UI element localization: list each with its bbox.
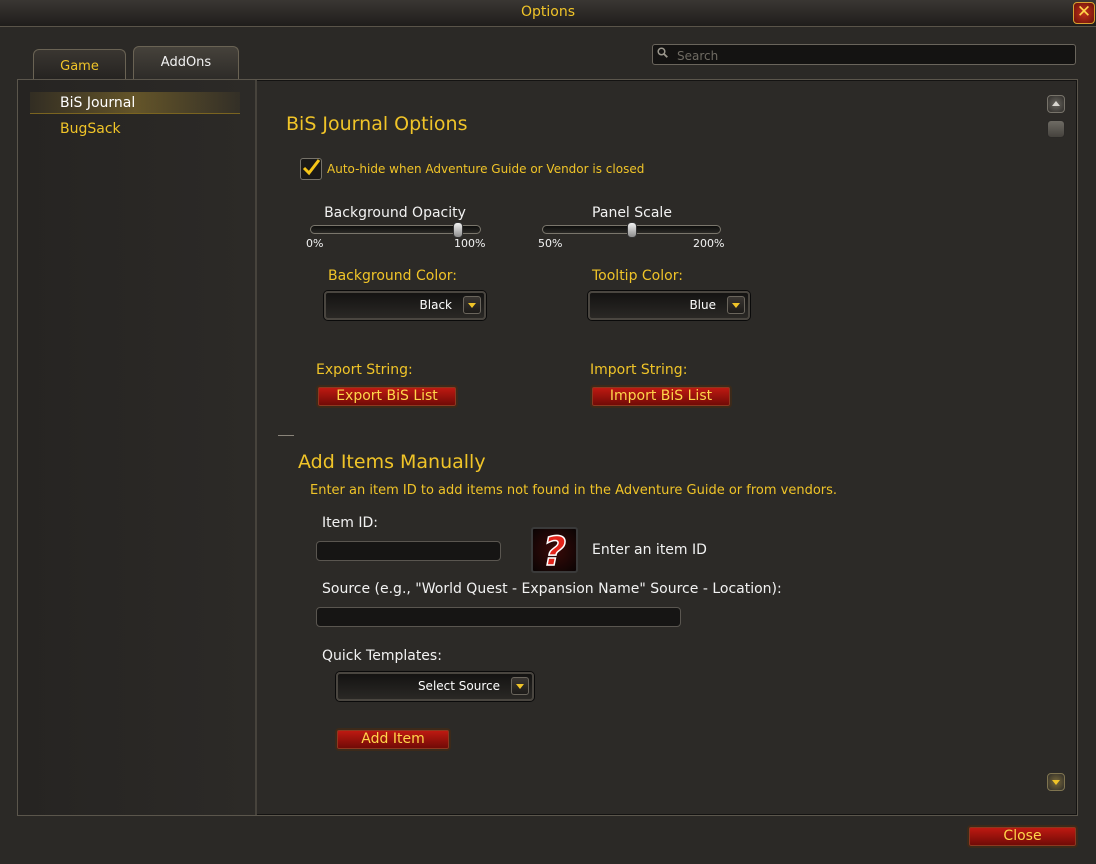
quick-templates-dropdown[interactable]: Select Source — [336, 672, 534, 701]
checkmark-icon — [302, 159, 321, 176]
quick-templates-value: Select Source — [417, 679, 500, 693]
import-bis-list-button[interactable]: Import BiS List — [590, 385, 732, 408]
scroll-thumb[interactable] — [1047, 120, 1065, 138]
tooltip-color-value: Blue — [689, 298, 716, 312]
sidebar-item-bugsack[interactable]: BugSack — [30, 118, 240, 140]
add-items-title: Add Items Manually — [298, 451, 486, 473]
item-id-label: Item ID: — [322, 515, 378, 531]
import-label: Import String: — [590, 362, 688, 378]
panel-title: BiS Journal Options — [286, 113, 468, 135]
chevron-down-icon[interactable] — [727, 296, 745, 314]
tooltip-color-dropdown[interactable]: Blue — [588, 291, 750, 320]
panel-scale-max-label: 200% — [693, 237, 725, 250]
add-item-button[interactable]: Add Item — [335, 728, 451, 751]
svg-text:?: ? — [543, 529, 566, 571]
search-box[interactable] — [652, 44, 1076, 65]
bg-color-dropdown[interactable]: Black — [324, 291, 486, 320]
add-items-description: Enter an item ID to add items not found … — [310, 483, 838, 498]
section-divider — [278, 435, 294, 436]
question-mark-icon: ? — [531, 527, 578, 573]
autohide-label: Auto-hide when Adventure Guide or Vendor… — [327, 162, 645, 176]
export-label: Export String: — [316, 362, 413, 378]
options-window: Options ✕ Game AddOns BiS Journal BugSac… — [0, 0, 1096, 864]
arrow-down-icon — [1052, 780, 1060, 785]
item-id-input[interactable] — [317, 544, 500, 562]
chevron-down-icon[interactable] — [511, 677, 529, 695]
title-bar[interactable]: Options ✕ — [0, 0, 1096, 27]
close-button[interactable]: Close — [967, 825, 1078, 848]
close-x-icon[interactable]: ✕ — [1073, 2, 1095, 24]
source-label: Source (e.g., "World Quest - Expansion N… — [322, 581, 782, 597]
bg-opacity-label: Background Opacity — [324, 205, 466, 221]
export-bis-list-button[interactable]: Export BiS List — [316, 385, 458, 408]
item-id-field[interactable] — [316, 541, 501, 562]
scroll-down-button[interactable] — [1047, 773, 1065, 791]
source-input[interactable] — [317, 610, 680, 628]
sidebar-item-bis-journal[interactable]: BiS Journal — [30, 92, 240, 114]
autohide-checkbox[interactable] — [300, 158, 322, 180]
bg-opacity-max-label: 100% — [454, 237, 486, 250]
tab-game[interactable]: Game — [33, 49, 126, 81]
panel-scale-label: Panel Scale — [592, 205, 672, 221]
tooltip-color-label: Tooltip Color: — [592, 268, 683, 284]
item-preview-text: Enter an item ID — [592, 542, 707, 558]
scroll-up-button[interactable] — [1047, 95, 1065, 113]
bg-opacity-min-label: 0% — [306, 237, 324, 250]
quick-templates-label: Quick Templates: — [322, 648, 442, 664]
bg-color-label: Background Color: — [328, 268, 457, 284]
arrow-up-icon — [1052, 101, 1060, 106]
bg-color-value: Black — [419, 298, 452, 312]
sidebar — [18, 80, 257, 815]
bg-opacity-slider-thumb[interactable] — [453, 222, 464, 238]
panel-scale-slider-thumb[interactable] — [626, 222, 637, 238]
tab-addons[interactable]: AddOns — [133, 46, 239, 81]
window-title: Options — [520, 4, 576, 20]
search-icon — [657, 47, 668, 58]
chevron-down-icon[interactable] — [463, 296, 481, 314]
source-field[interactable] — [316, 607, 681, 628]
panel-scale-min-label: 50% — [538, 237, 563, 250]
search-input[interactable] — [675, 46, 1069, 65]
